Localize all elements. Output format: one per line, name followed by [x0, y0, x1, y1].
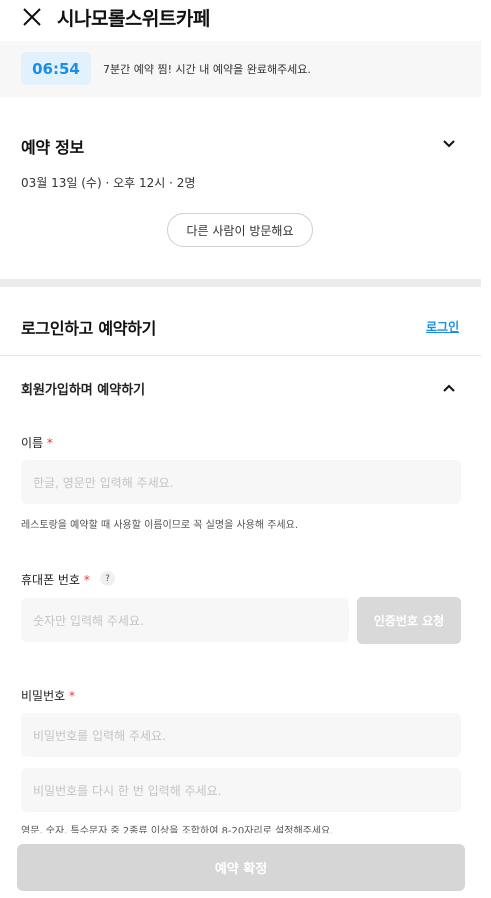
required-mark: * [46, 436, 53, 450]
divider [0, 355, 481, 356]
section-divider [0, 279, 481, 287]
phone-placeholder: 숫자만 입력해 주세요. [33, 613, 144, 628]
signup-title: 회원가입하며 예약하기 [21, 383, 146, 398]
countdown-timer: 06:54 [21, 52, 91, 85]
help-icon[interactable]: ? [100, 571, 115, 586]
login-link[interactable]: 로그인 [426, 318, 459, 335]
name-label-text: 이름 [21, 436, 44, 450]
phone-input[interactable]: 숫자만 입력해 주세요. [21, 598, 349, 642]
request-verification-button[interactable]: 인증번호 요청 [357, 597, 461, 644]
required-mark: * [69, 689, 75, 703]
password-confirm-placeholder: 비밀번호를 다시 한 번 입력해 주세요. [33, 783, 222, 798]
restaurant-title: 시나모롤스위트카페 [57, 8, 210, 30]
password-label-text: 비밀번호 [21, 689, 66, 703]
timer-message: 7분간 예약 찜! 시간 내 예약을 완료해주세요. [103, 63, 311, 76]
chevron-down-icon[interactable] [442, 137, 456, 151]
password-placeholder: 비밀번호를 입력해 주세요. [33, 728, 166, 743]
other-visitor-button[interactable]: 다른 사람이 방문해요 [167, 213, 313, 247]
password-input[interactable]: 비밀번호를 입력해 주세요. [21, 713, 461, 757]
login-section-title: 로그인하고 예약하기 [21, 319, 157, 338]
confirm-reservation-button[interactable]: 예약 확정 [17, 844, 465, 891]
booking-summary: 03월 13일 (수) · 오후 12시 · 2명 [21, 176, 196, 190]
chevron-up-icon[interactable] [442, 381, 456, 395]
password-confirm-input[interactable]: 비밀번호를 다시 한 번 입력해 주세요. [21, 768, 461, 812]
password-label: 비밀번호 * [21, 687, 75, 704]
booking-info-title: 예약 정보 [21, 138, 84, 157]
required-mark: * [83, 573, 90, 587]
name-placeholder: 한글, 영문만 입력해 주세요. [33, 475, 174, 490]
name-label: 이름 * [21, 434, 53, 451]
name-help-text: 레스토랑을 예약할 때 사용할 이름이므로 꼭 실명을 사용해 주세요. [21, 520, 299, 531]
name-input[interactable]: 한글, 영문만 입력해 주세요. [21, 460, 461, 504]
close-icon[interactable] [22, 7, 42, 27]
phone-label-text: 휴대폰 번호 [21, 573, 81, 587]
phone-label: 휴대폰 번호 * [21, 571, 90, 588]
